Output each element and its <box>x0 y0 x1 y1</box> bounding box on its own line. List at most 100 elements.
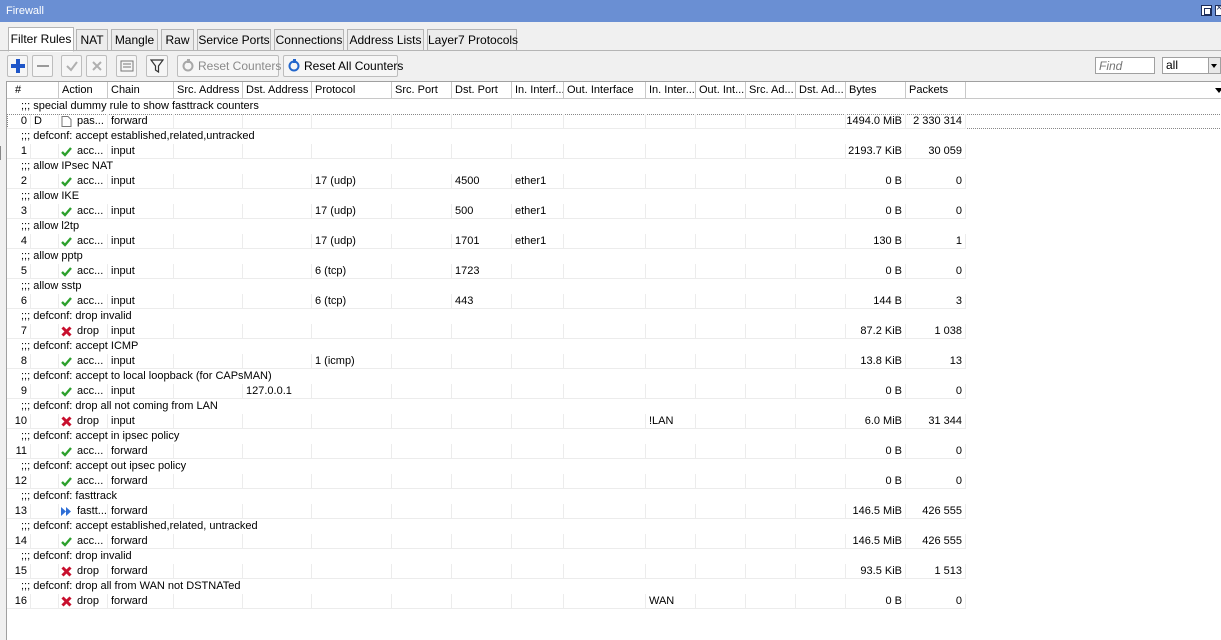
reset-counters-button[interactable]: Reset Counters <box>177 55 281 77</box>
find-input[interactable] <box>1095 57 1155 74</box>
rule-row[interactable]: D 0 pas... forward 1494.0 MiB 2 330 314 <box>7 114 1221 129</box>
tab-layer7-protocols[interactable]: Layer7 Protocols <box>427 29 518 51</box>
cell-packets: 13 <box>906 354 966 369</box>
rule-row[interactable]: 2 acc... input 17 (udp) 4500 ether1 0 B0 <box>7 174 1221 189</box>
cell-sport <box>392 204 452 219</box>
rule-row[interactable]: 9 acc... input 127.0.0.1 0 B0 <box>7 384 1221 399</box>
comment-button[interactable] <box>116 55 137 77</box>
note-icon <box>120 60 134 72</box>
rule-comment-row[interactable]: ;;; defconf: accept to local loopback (f… <box>7 369 1221 384</box>
cell-flag <box>31 204 59 219</box>
column-header-dstl[interactable]: Dst. Ad... <box>796 82 846 98</box>
cell-#: 14 <box>7 534 31 549</box>
remove-button[interactable] <box>32 55 53 77</box>
restore-window-icon[interactable] <box>1201 5 1212 16</box>
cell-flag <box>31 264 59 279</box>
rule-row[interactable]: 12 acc... forward 0 B0 <box>7 474 1221 489</box>
column-header-src[interactable]: Src. Address <box>174 82 243 98</box>
rule-comment-row[interactable]: ;;; defconf: accept out ipsec policy <box>7 459 1221 474</box>
cell-srcl <box>746 534 796 549</box>
column-header-inlist[interactable]: In. Inter... <box>646 82 696 98</box>
cell-src <box>174 534 243 549</box>
filter-select[interactable]: all <box>1162 57 1221 74</box>
rule-comment: ;;; defconf: drop all not coming from LA… <box>21 400 218 412</box>
column-header-srcl[interactable]: Src. Ad... <box>746 82 796 98</box>
tab-filter-rules[interactable]: Filter Rules <box>8 27 74 52</box>
column-header-#[interactable]: # <box>7 82 59 98</box>
cell-packets: 0 <box>906 204 966 219</box>
column-header-chain[interactable]: Chain <box>108 82 174 98</box>
cell-chain: forward <box>108 444 174 459</box>
rule-row[interactable]: 14 acc... forward 146.5 MiB 426 555 <box>7 534 1221 549</box>
tab-connections[interactable]: Connections <box>274 29 344 51</box>
rule-comment-row[interactable]: ;;; special dummy rule to show fasttrack… <box>7 99 1221 114</box>
add-button[interactable] <box>7 55 28 77</box>
disable-button[interactable] <box>86 55 107 77</box>
tab-raw[interactable]: Raw <box>161 29 194 51</box>
rule-row[interactable]: 1 acc... input 2193.7 KiB 30 059 <box>7 144 1221 159</box>
cell-inlist <box>646 114 696 129</box>
rule-row[interactable]: 8 acc... input 1 (icmp) 13.8 KiB 13 <box>7 354 1221 369</box>
column-menu-chevron-icon[interactable] <box>1215 88 1221 93</box>
rule-row[interactable]: 13 fastt... forward 146.5 MiB 426 555 <box>7 504 1221 519</box>
rule-action: acc... <box>77 175 104 187</box>
rule-comment-row[interactable]: ;;; defconf: accept established,related,… <box>7 129 1221 144</box>
cell-src <box>174 144 243 159</box>
rule-comment-row[interactable]: ;;; allow IPsec NAT <box>7 159 1221 174</box>
cell-outlist <box>696 504 746 519</box>
column-header-packets[interactable]: Packets <box>906 82 966 98</box>
rule-row[interactable]: 7 drop input 87.2 KiB 1 038 <box>7 324 1221 339</box>
rule-row[interactable]: 10 drop input !LAN 6.0 MiB 31 344 <box>7 414 1221 429</box>
cell-inif <box>512 384 564 399</box>
tab-service-ports[interactable]: Service Ports <box>197 29 271 51</box>
column-header-outif[interactable]: Out. Interface <box>564 82 646 98</box>
chevron-down-icon[interactable] <box>1208 58 1220 73</box>
cell-#: 13 <box>7 504 31 519</box>
cell-bytes: 146.5 MiB <box>846 504 906 519</box>
column-header-sport[interactable]: Src. Port <box>392 82 452 98</box>
tab-mangle[interactable]: Mangle <box>111 29 158 51</box>
rule-row[interactable]: 3 acc... input 17 (udp) 500 ether1 0 B0 <box>7 204 1221 219</box>
rule-row[interactable]: 6 acc... input 6 (tcp) 443 144 B3 <box>7 294 1221 309</box>
rule-comment-row[interactable]: ;;; defconf: drop all from WAN not DSTNA… <box>7 579 1221 594</box>
enable-button[interactable] <box>61 55 82 77</box>
cell-dstl <box>796 594 846 609</box>
rule-comment-row[interactable]: ;;; defconf: drop all not coming from LA… <box>7 399 1221 414</box>
rule-comment-row[interactable]: ;;; defconf: drop invalid <box>7 549 1221 564</box>
column-header-proto[interactable]: Protocol <box>312 82 392 98</box>
cell-packets: 31 344 <box>906 414 966 429</box>
rule-row[interactable]: 15 drop forward 93.5 KiB 1 513 <box>7 564 1221 579</box>
rule-row[interactable]: 16 drop forward WAN 0 B0 <box>7 594 1221 609</box>
cell-#: 8 <box>7 354 31 369</box>
rule-comment-row[interactable]: ;;; defconf: drop invalid <box>7 309 1221 324</box>
rule-comment-row[interactable]: ;;; allow IKE <box>7 189 1221 204</box>
rule-row[interactable]: 5 acc... input 6 (tcp) 1723 0 B0 <box>7 264 1221 279</box>
cell-inif <box>512 594 564 609</box>
column-header-dst[interactable]: Dst. Address <box>243 82 312 98</box>
rule-comment-row[interactable]: ;;; allow l2tp <box>7 219 1221 234</box>
reset-all-counters-button[interactable]: Reset All Counters <box>283 55 403 77</box>
column-header-dport[interactable]: Dst. Port <box>452 82 512 98</box>
tab-nat[interactable]: NAT <box>76 29 108 51</box>
rule-comment-row[interactable]: ;;; allow sstp <box>7 279 1221 294</box>
rule-comment: ;;; allow sstp <box>21 280 82 292</box>
cell-inlist <box>646 174 696 189</box>
reset-icon <box>182 59 194 72</box>
filter-button[interactable] <box>146 55 168 77</box>
tab-address-lists[interactable]: Address Lists <box>347 29 424 51</box>
column-header-inif[interactable]: In. Interf... <box>512 82 564 98</box>
rule-comment: ;;; defconf: accept established,related,… <box>21 520 258 532</box>
close-window-icon[interactable] <box>1215 2 1221 16</box>
rule-comment-row[interactable]: ;;; defconf: accept in ipsec policy <box>7 429 1221 444</box>
column-header-bytes[interactable]: Bytes <box>846 82 906 98</box>
rule-comment-row[interactable]: ;;; allow pptp <box>7 249 1221 264</box>
rule-comment-row[interactable]: ;;; defconf: accept established,related,… <box>7 519 1221 534</box>
column-header-outlist[interactable]: Out. Int... <box>696 82 746 98</box>
rule-comment-row[interactable]: ;;; defconf: fasttrack <box>7 489 1221 504</box>
rule-row[interactable]: 4 acc... input 17 (udp) 1701 ether1 130 B1 <box>7 234 1221 249</box>
cell-flag <box>31 594 59 609</box>
rule-row[interactable]: 11 acc... forward 0 B0 <box>7 444 1221 459</box>
rule-comment-row[interactable]: ;;; defconf: accept ICMP <box>7 339 1221 354</box>
rule-comment: ;;; defconf: accept ICMP <box>21 340 139 352</box>
column-header-action[interactable]: Action <box>59 82 108 98</box>
